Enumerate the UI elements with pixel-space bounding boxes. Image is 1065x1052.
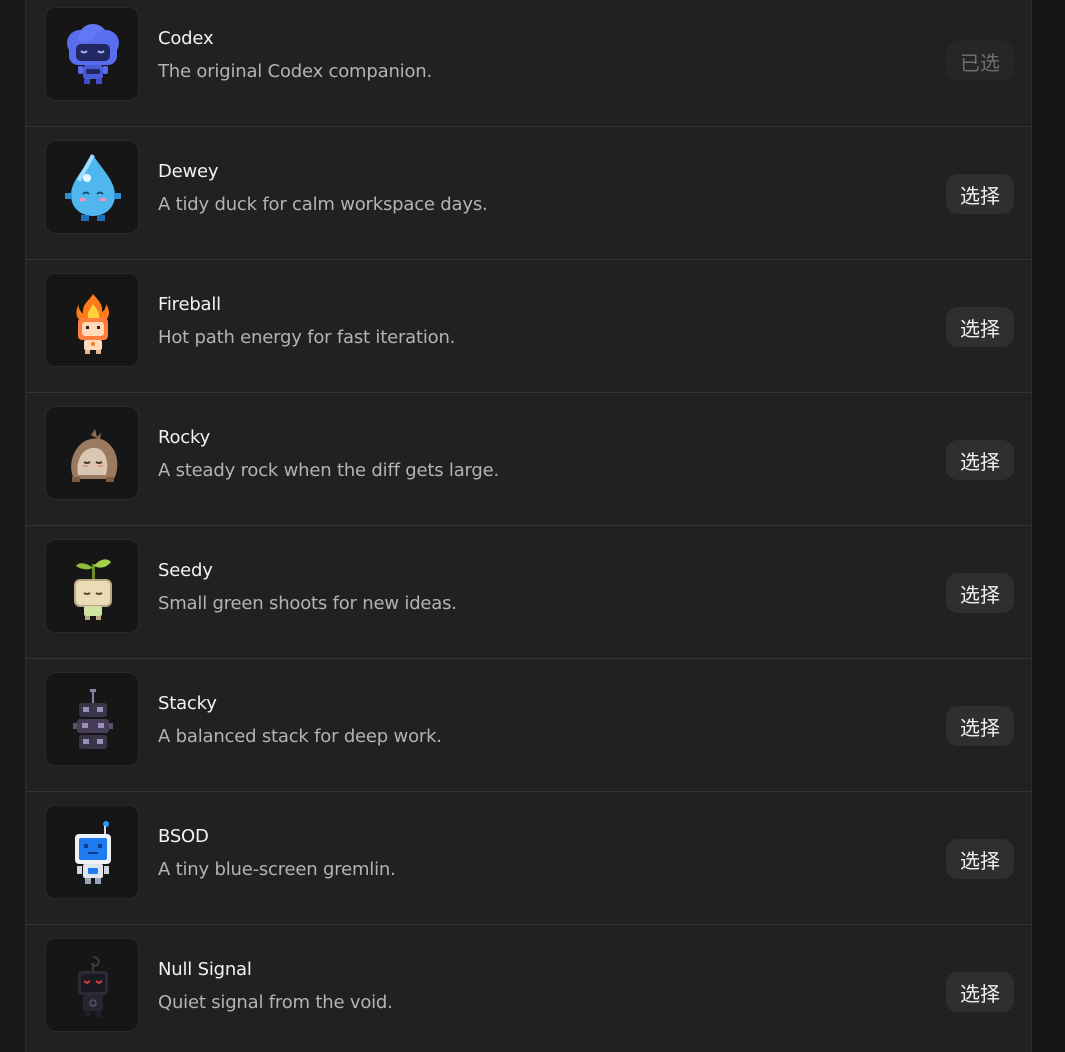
companion-description: Quiet signal from the void. bbox=[158, 992, 393, 1013]
companion-description: The original Codex companion. bbox=[158, 61, 432, 82]
right-gutter bbox=[1032, 0, 1065, 1052]
select-button[interactable]: 选择 bbox=[946, 706, 1014, 746]
codex-cloud-robot-icon bbox=[45, 7, 139, 101]
selected-button[interactable]: 已选 bbox=[946, 41, 1014, 81]
blue-screen-robot-icon bbox=[45, 805, 139, 899]
select-button[interactable]: 选择 bbox=[946, 307, 1014, 347]
select-button[interactable]: 选择 bbox=[946, 174, 1014, 214]
companion-description: A balanced stack for deep work. bbox=[158, 726, 442, 747]
companion-name: Seedy bbox=[158, 560, 213, 581]
companion-description: A tiny blue-screen gremlin. bbox=[158, 859, 396, 880]
companion-row-bsod: BSOD A tiny blue-screen gremlin. 选择 bbox=[26, 792, 1031, 925]
companion-row-stacky: Stacky A balanced stack for deep work. 选… bbox=[26, 659, 1031, 792]
companion-description: Hot path energy for fast iteration. bbox=[158, 327, 456, 348]
stack-robot-icon bbox=[45, 672, 139, 766]
companion-description: A steady rock when the diff gets large. bbox=[158, 460, 500, 481]
companion-name: Rocky bbox=[158, 427, 211, 448]
companion-name: Stacky bbox=[158, 693, 217, 714]
companion-list: Codex The original Codex companion. 已选 D… bbox=[25, 0, 1032, 1052]
companion-row-seedy: Seedy Small green shoots for new ideas. … bbox=[26, 526, 1031, 659]
companion-name: BSOD bbox=[158, 826, 209, 847]
companion-name: Codex bbox=[158, 28, 214, 49]
companion-name: Fireball bbox=[158, 294, 221, 315]
companion-description: A tidy duck for calm workspace days. bbox=[158, 194, 488, 215]
companion-name: Dewey bbox=[158, 161, 219, 182]
companion-row-fireball: Fireball Hot path energy for fast iterat… bbox=[26, 260, 1031, 393]
companion-row-codex: Codex The original Codex companion. 已选 bbox=[26, 0, 1031, 127]
fireball-icon bbox=[45, 273, 139, 367]
rock-icon bbox=[45, 406, 139, 500]
companion-row-dewey: Dewey A tidy duck for calm workspace day… bbox=[26, 127, 1031, 260]
select-button[interactable]: 选择 bbox=[946, 573, 1014, 613]
companion-description: Small green shoots for new ideas. bbox=[158, 593, 457, 614]
dark-robot-icon bbox=[45, 938, 139, 1032]
companion-name: Null Signal bbox=[158, 959, 252, 980]
select-button[interactable]: 选择 bbox=[946, 839, 1014, 879]
companion-row-rocky: Rocky A steady rock when the diff gets l… bbox=[26, 393, 1031, 526]
select-button[interactable]: 选择 bbox=[946, 440, 1014, 480]
companion-row-null-signal: Null Signal Quiet signal from the void. … bbox=[26, 925, 1031, 1052]
companion-picker: Codex The original Codex companion. 已选 D… bbox=[0, 0, 1065, 1052]
water-drop-icon bbox=[45, 140, 139, 234]
sprout-icon bbox=[45, 539, 139, 633]
select-button[interactable]: 选择 bbox=[946, 972, 1014, 1012]
